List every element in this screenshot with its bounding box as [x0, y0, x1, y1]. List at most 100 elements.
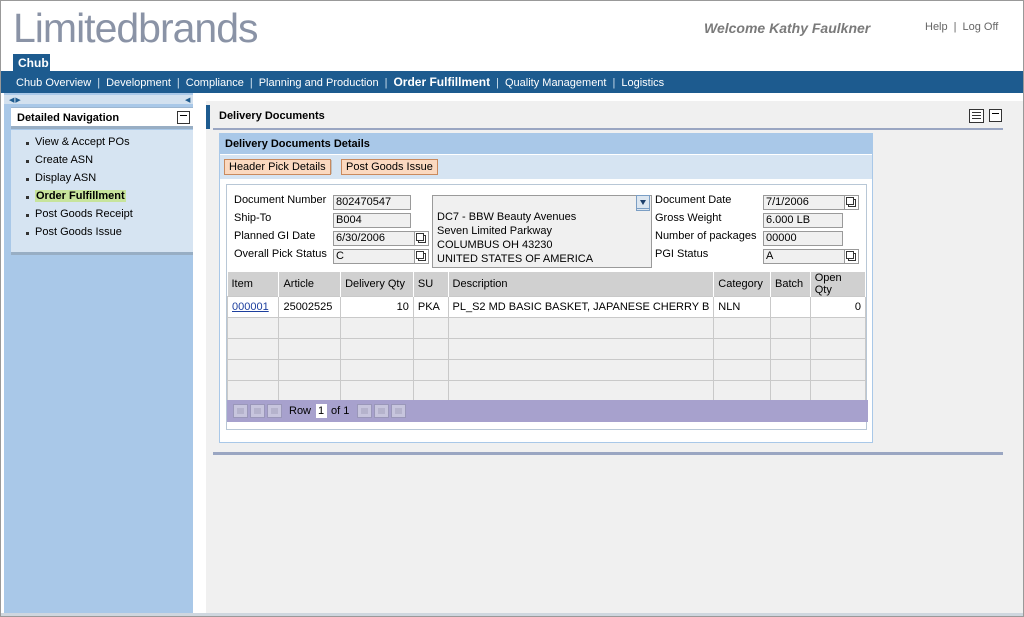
overall-pick-status-label: Overall Pick Status	[234, 248, 327, 260]
header-pick-details-button[interactable]: Header Pick Details	[224, 159, 331, 175]
table-pager: Row 1 of 1	[227, 400, 868, 422]
collapse-left-icon[interactable]: ◀	[185, 96, 190, 104]
cell-open-qty: 0	[809, 296, 867, 318]
first-page-icon[interactable]	[233, 404, 248, 418]
nav-separator: |	[384, 77, 388, 89]
detnav-item-display-asn[interactable]: Display ASN	[26, 172, 193, 190]
previous-page-icon[interactable]	[250, 404, 265, 418]
overall-pick-status-field[interactable]: C	[333, 249, 429, 264]
detnav-item-label: Display ASN	[35, 172, 97, 184]
scroll-down-icon[interactable]	[636, 195, 650, 209]
help-link[interactable]: Help	[925, 21, 948, 33]
table-row-empty	[226, 317, 867, 339]
delivery-documents-panel: Delivery Documents Details Header Pick D…	[219, 133, 873, 443]
detailed-navigation-divider	[11, 252, 193, 255]
last-page-icon[interactable]	[391, 404, 406, 418]
nav-separator: |	[612, 77, 616, 89]
brand-logo: Limitedbrands	[13, 5, 259, 51]
address-line: UNITED STATES OF AMERICA	[437, 253, 594, 265]
row-count-label: of 1	[331, 405, 350, 417]
item-link[interactable]: 000001	[232, 301, 269, 313]
detnav-item-post-goods-receipt[interactable]: Post Goods Receipt	[26, 208, 193, 226]
number-of-packages-label: Number of packages	[655, 230, 757, 242]
window-bottom-border	[1, 613, 1023, 616]
page-title: Delivery Documents	[219, 110, 325, 122]
pgi-status-label: PGI Status	[655, 248, 709, 260]
previous-row-icon[interactable]	[267, 404, 282, 418]
post-goods-issue-button[interactable]: Post Goods Issue	[341, 159, 438, 175]
cell-delivery-qty: 10	[340, 296, 414, 318]
delivery-form: Document Number 802470547 Ship-To B004 P…	[226, 184, 868, 430]
nav-order-fulfillment[interactable]: Order Fulfillment	[393, 75, 490, 89]
column-header-su[interactable]: SU	[413, 272, 449, 297]
column-header-item[interactable]: Item	[227, 272, 280, 297]
left-panel-toolbar	[4, 95, 193, 104]
top-links: Help | Log Off	[925, 21, 998, 33]
detailed-navigation-header: Detailed Navigation	[11, 107, 193, 129]
row-number-input[interactable]: 1	[316, 404, 327, 418]
value-help-icon[interactable]	[414, 250, 428, 263]
ship-to-label: Ship-To	[234, 212, 272, 224]
column-header-description[interactable]: Description	[448, 272, 715, 297]
pgi-status-value: A	[766, 250, 774, 262]
detnav-item-label: View & Accept POs	[35, 136, 130, 148]
nav-separator: |	[496, 77, 499, 89]
main-navigation: Chub Overview | Development | Compliance | Pla…	[1, 71, 1023, 93]
collapse-arrows-icon[interactable]: ◀▶	[9, 96, 22, 104]
detnav-item-label: Order Fulfillment	[35, 190, 126, 202]
detailed-navigation-list: View & Accept POs Create ASN Display ASN…	[11, 130, 193, 252]
next-row-icon[interactable]	[357, 404, 372, 418]
options-list-icon[interactable]	[969, 109, 984, 123]
page-header-accent	[206, 105, 210, 129]
address-line: Seven Limited Parkway	[437, 225, 552, 237]
gross-weight-field[interactable]: 6.000 LB	[763, 213, 843, 228]
number-of-packages-field[interactable]: 00000	[763, 231, 843, 246]
document-number-label: Document Number	[234, 194, 327, 206]
nav-logistics[interactable]: Logistics	[621, 77, 664, 89]
row-label: Row	[289, 405, 312, 417]
tab-chub[interactable]: Chub	[13, 54, 50, 71]
column-header-article[interactable]: Article	[278, 272, 342, 297]
address-scrollbar[interactable]	[635, 195, 651, 211]
pgi-status-field[interactable]: A	[763, 249, 859, 264]
ship-to-field[interactable]: B004	[333, 213, 411, 228]
logoff-link[interactable]: Log Off	[962, 21, 998, 33]
detnav-item-create-asn[interactable]: Create ASN	[26, 154, 193, 172]
cell-batch	[769, 296, 811, 318]
page-title-divider	[213, 128, 1003, 130]
calendar-icon[interactable]	[844, 196, 858, 209]
cell-description: PL_S2 MD BASIC BASKET, JAPANESE CHERRY B	[447, 296, 715, 318]
minimize-icon[interactable]	[177, 111, 190, 124]
value-help-icon[interactable]	[844, 250, 858, 263]
detnav-item-view-accept-pos[interactable]: View & Accept POs	[26, 136, 193, 154]
table-header-row: Item Article Delivery Qty SU Description…	[227, 272, 867, 297]
nav-planning-and-production[interactable]: Planning and Production	[259, 77, 379, 89]
nav-chub-overview[interactable]: Chub Overview	[16, 77, 91, 89]
planned-gi-date-field[interactable]: 6/30/2006	[333, 231, 429, 246]
next-page-icon[interactable]	[374, 404, 389, 418]
calendar-icon[interactable]	[414, 232, 428, 245]
detnav-item-label: Create ASN	[35, 154, 94, 166]
detnav-item-post-goods-issue[interactable]: Post Goods Issue	[26, 226, 193, 244]
nav-separator: |	[176, 77, 180, 89]
nav-compliance[interactable]: Compliance	[186, 77, 244, 89]
table-row-empty	[226, 338, 867, 360]
nav-quality-management[interactable]: Quality Management	[505, 77, 607, 89]
nav-development[interactable]: Development	[106, 77, 171, 89]
table-row-empty	[226, 359, 867, 381]
column-header-delivery-qty[interactable]: Delivery Qty	[340, 272, 414, 297]
detnav-item-order-fulfillment[interactable]: Order Fulfillment	[26, 190, 193, 208]
ship-to-address-box[interactable]: DC7 - BBW Beauty Avenues Seven Limited P…	[432, 195, 652, 268]
document-number-field[interactable]: 802470547	[333, 195, 411, 210]
cell-category: NLN	[713, 296, 771, 318]
column-header-batch[interactable]: Batch	[770, 272, 811, 297]
document-date-field[interactable]: 7/1/2006	[763, 195, 859, 210]
cell-article: 25002525	[278, 296, 342, 318]
document-date-label: Document Date	[655, 194, 732, 206]
column-header-category[interactable]: Category	[713, 272, 771, 297]
address-line: DC7 - BBW Beauty Avenues	[437, 211, 577, 223]
panel-title: Delivery Documents Details	[220, 134, 872, 154]
page-minimize-icon[interactable]	[989, 109, 1002, 122]
address-line: COLUMBUS OH 43230	[437, 239, 553, 251]
column-header-open-qty[interactable]: Open Qty	[810, 272, 867, 297]
